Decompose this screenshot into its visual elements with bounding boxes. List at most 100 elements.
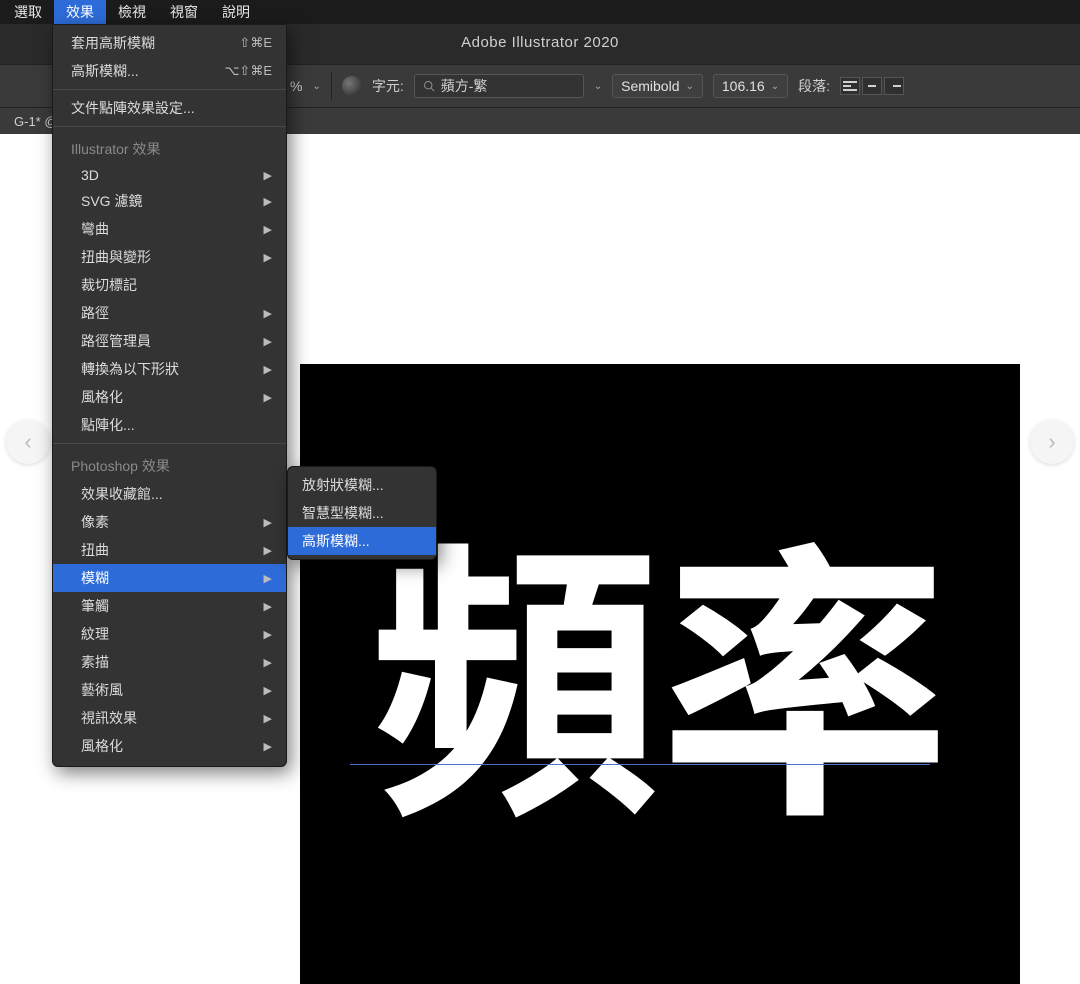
submenu-arrow-icon: ▶: [264, 363, 272, 376]
submenu-item-放射狀模糊...[interactable]: 放射狀模糊...: [288, 471, 436, 499]
submenu-item-高斯模糊...[interactable]: 高斯模糊...: [288, 527, 436, 555]
menu-item-扭曲與變形[interactable]: 扭曲與變形 ▶: [53, 243, 286, 271]
chevron-down-icon: ⌄: [771, 81, 779, 92]
submenu-arrow-icon: ▶: [264, 740, 272, 753]
menu-item-紋理[interactable]: 紋理▶: [53, 620, 286, 648]
submenu-arrow-icon: ▶: [264, 169, 272, 182]
submenu-arrow-icon: ▶: [264, 684, 272, 697]
menu-row-label: Illustrator 效果: [71, 139, 160, 159]
blur-submenu: 放射狀模糊...智慧型模糊...高斯模糊...: [287, 466, 437, 560]
artboard[interactable]: 頻率: [300, 364, 1020, 984]
menu-檢視[interactable]: 檢視: [106, 0, 158, 25]
appearance-icon[interactable]: [342, 76, 362, 96]
font-weight-dropdown[interactable]: Semibold ⌄: [612, 74, 703, 98]
menu-item-筆觸[interactable]: 筆觸▶: [53, 592, 286, 620]
menu-row-label: 扭曲與變形: [81, 247, 151, 267]
font-family-field[interactable]: 蘋方-繁: [414, 74, 584, 98]
menu-item-風格化[interactable]: 風格化 ▶: [53, 383, 286, 411]
artboard-text[interactable]: 頻率: [370, 454, 950, 874]
menu-row-label: 效果收藏館...: [81, 484, 163, 504]
chevron-down-icon[interactable]: ⌄: [312, 81, 320, 92]
menu-separator: [53, 89, 286, 90]
submenu-arrow-icon: ▶: [264, 251, 272, 264]
paragraph-label: 段落:: [798, 76, 830, 96]
divider: [331, 72, 332, 100]
menu-item-套用高斯模糊[interactable]: 套用高斯模糊 ⇧⌘E: [53, 29, 286, 57]
submenu-item-智慧型模糊...[interactable]: 智慧型模糊...: [288, 499, 436, 527]
menu-item-效果收藏館...[interactable]: 效果收藏館...: [53, 480, 286, 508]
submenu-arrow-icon: ▶: [264, 712, 272, 725]
menu-item-藝術風[interactable]: 藝術風 ▶: [53, 676, 286, 704]
menu-item-扭曲[interactable]: 扭曲 ▶: [53, 536, 286, 564]
menu-說明[interactable]: 說明: [210, 0, 262, 25]
submenu-arrow-icon: ▶: [264, 516, 272, 529]
menu-row-label: 風格化: [81, 387, 123, 407]
menu-item-模糊[interactable]: 模糊 ▶: [53, 564, 286, 592]
menu-row-label: 像素: [81, 512, 109, 532]
text-baseline: [350, 764, 930, 765]
menu-separator: [53, 126, 286, 127]
menu-row-label: 模糊: [81, 568, 109, 588]
menu-row-label: 風格化: [81, 736, 123, 756]
submenu-arrow-icon: ▶: [264, 335, 272, 348]
menu-item-風格化[interactable]: 風格化 ▶: [53, 732, 286, 760]
next-image-button[interactable]: ›: [1030, 420, 1074, 464]
menu-item-SVG 濾鏡[interactable]: SVG 濾鏡 ▶: [53, 187, 286, 215]
menu-row-label: 點陣化...: [81, 415, 135, 435]
menu-item-彎曲[interactable]: 彎曲 ▶: [53, 215, 286, 243]
font-size-field[interactable]: 106.16 ⌄: [713, 74, 788, 98]
paragraph-align-group: [840, 77, 904, 95]
menu-shortcut: ⇧⌘E: [239, 35, 272, 51]
menu-效果[interactable]: 效果: [54, 0, 106, 25]
zoom-percent-suffix: %: [290, 78, 302, 94]
menu-item-視訊效果[interactable]: 視訊效果 ▶: [53, 704, 286, 732]
menu-row-label: 高斯模糊...: [71, 61, 139, 81]
menu-shortcut: ⌥⇧⌘E: [224, 63, 272, 79]
menu-item-3D[interactable]: 3D ▶: [53, 163, 286, 187]
menu-item-素描[interactable]: 素描 ▶: [53, 648, 286, 676]
menu-item-高斯模糊...[interactable]: 高斯模糊... ⌥⇧⌘E: [53, 57, 286, 85]
submenu-arrow-icon: ▶: [264, 544, 272, 557]
menu-item-裁切標記[interactable]: 裁切標記: [53, 271, 286, 299]
menu-row-label: SVG 濾鏡: [81, 191, 142, 211]
prev-image-button[interactable]: ‹: [6, 420, 50, 464]
chevron-down-icon: ⌄: [686, 81, 694, 92]
menu-row-label: 視訊效果: [81, 708, 137, 728]
menu-row-label: 藝術風: [81, 680, 123, 700]
submenu-arrow-icon: ▶: [264, 223, 272, 236]
character-label: 字元:: [372, 76, 404, 96]
section-photoshop: Photoshop 效果: [53, 448, 286, 480]
menu-item-轉換為以下形狀[interactable]: 轉換為以下形狀▶: [53, 355, 286, 383]
menu-row-label: 文件點陣效果設定...: [71, 98, 195, 118]
font-size-value: 106.16: [722, 78, 765, 94]
submenu-arrow-icon: ▶: [264, 628, 272, 641]
submenu-arrow-icon: ▶: [264, 391, 272, 404]
menu-item-像素[interactable]: 像素 ▶: [53, 508, 286, 536]
menu-row-label: 套用高斯模糊: [71, 33, 155, 53]
submenu-arrow-icon: ▶: [264, 572, 272, 585]
align-center-button[interactable]: [862, 77, 882, 95]
menu-separator: [53, 443, 286, 444]
menu-item-路徑[interactable]: 路徑 ▶: [53, 299, 286, 327]
submenu-arrow-icon: ▶: [264, 195, 272, 208]
chevron-down-icon[interactable]: ⌄: [594, 81, 602, 92]
menu-row-label: 路徑管理員: [81, 331, 151, 351]
menu-item-點陣化...[interactable]: 點陣化...: [53, 411, 286, 439]
menubar: 選取效果檢視視窗說明: [0, 0, 1080, 24]
submenu-arrow-icon: ▶: [264, 656, 272, 669]
menu-row-label: 3D: [81, 167, 99, 183]
menu-item-路徑管理員[interactable]: 路徑管理員 ▶: [53, 327, 286, 355]
menu-row-label: 彎曲: [81, 219, 109, 239]
menu-row-label: 裁切標記: [81, 275, 137, 295]
menu-row-label: 路徑: [81, 303, 109, 323]
menu-選取[interactable]: 選取: [2, 0, 54, 25]
menu-row-label: 扭曲: [81, 540, 109, 560]
submenu-arrow-icon: ▶: [264, 307, 272, 320]
menu-視窗[interactable]: 視窗: [158, 0, 210, 25]
menu-item-doc-raster[interactable]: 文件點陣效果設定...: [53, 94, 286, 122]
menu-row-label: Photoshop 效果: [71, 456, 170, 476]
align-right-button[interactable]: [884, 77, 904, 95]
effects-menu: 套用高斯模糊 ⇧⌘E 高斯模糊... ⌥⇧⌘E 文件點陣效果設定... Illustrat…: [52, 24, 287, 767]
menu-row-label: 素描: [81, 652, 109, 672]
align-left-button[interactable]: [840, 77, 860, 95]
